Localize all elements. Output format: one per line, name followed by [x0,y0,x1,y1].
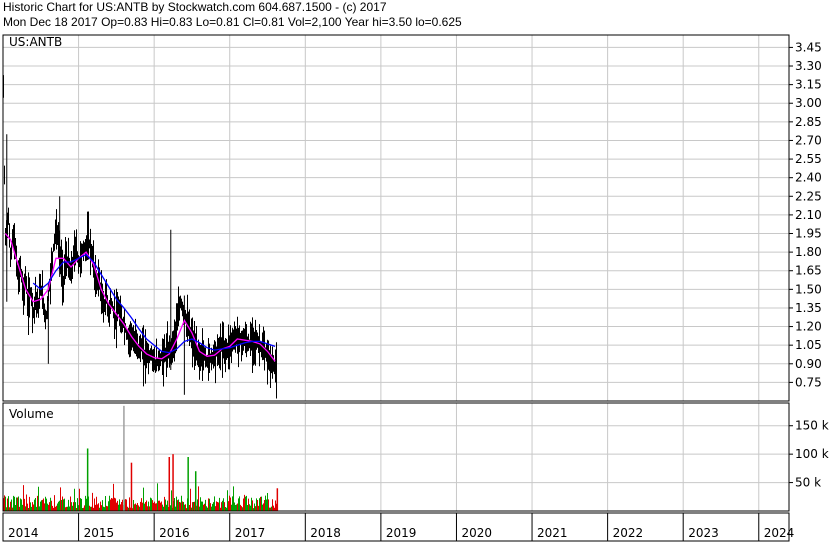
price-panel-title: US:ANTB [9,35,62,49]
price-y-tick-label: 2.55 [795,152,822,166]
volume-panel-frame [2,402,790,512]
volume-grid [3,403,789,511]
x-tick-label: 2017 [235,526,266,540]
price-y-tick-label: 2.10 [795,208,822,222]
x-tick-label: 2019 [386,526,417,540]
price-y-tick-label: 3.15 [795,78,822,92]
x-tick-label: 2024 [764,526,795,540]
price-y-tick-label: 2.70 [795,133,822,147]
volume-y-tick-label: 150 k [795,419,829,433]
volume-y-tick-label: 100 k [795,447,829,461]
axes: 2014 2015 2016 2017 2018 2019 2020 2021 2022 2023… [2,34,829,542]
price-y-tick-label: 1.95 [795,227,822,241]
volume-y-tick-label: 50 k [795,476,821,490]
price-y-tick-label: 1.50 [795,282,822,296]
price-y-tick-label: 0.75 [795,375,822,389]
price-y-tick-label: 2.40 [795,171,822,185]
price-y-tick-label: 0.90 [795,357,822,371]
price-y-tick-label: 1.35 [795,301,822,315]
volume-bars [3,405,279,511]
x-tick-label: 2018 [310,526,341,540]
price-y-tick-label: 1.20 [795,320,822,334]
price-y-tick-label: 1.80 [795,245,822,259]
price-panel-frame [2,34,790,402]
x-tick-label: 2015 [84,526,115,540]
price-y-tick-label: 1.05 [795,338,822,352]
x-tick-label: 2020 [461,526,492,540]
price-y-tick-label: 1.65 [795,264,822,278]
price-grid [3,35,789,401]
price-y-tick-label: 2.85 [795,115,822,129]
x-tick-label: 2016 [159,526,190,540]
volume-panel-title: Volume [9,407,54,421]
x-tick-label: 2022 [613,526,644,540]
price-y-tick-label: 3.00 [795,96,822,110]
x-tick-label: 2023 [688,526,719,540]
price-y-tick-label: 2.25 [795,189,822,203]
stock-chart: 2014 2015 2016 2017 2018 2019 2020 2021 2022 2023… [2,34,829,542]
price-y-tick-label: 3.45 [795,40,822,54]
price-y-tick-label: 3.30 [795,59,822,73]
x-tick-label: 2021 [537,526,568,540]
x-tick-label: 2014 [8,526,39,540]
